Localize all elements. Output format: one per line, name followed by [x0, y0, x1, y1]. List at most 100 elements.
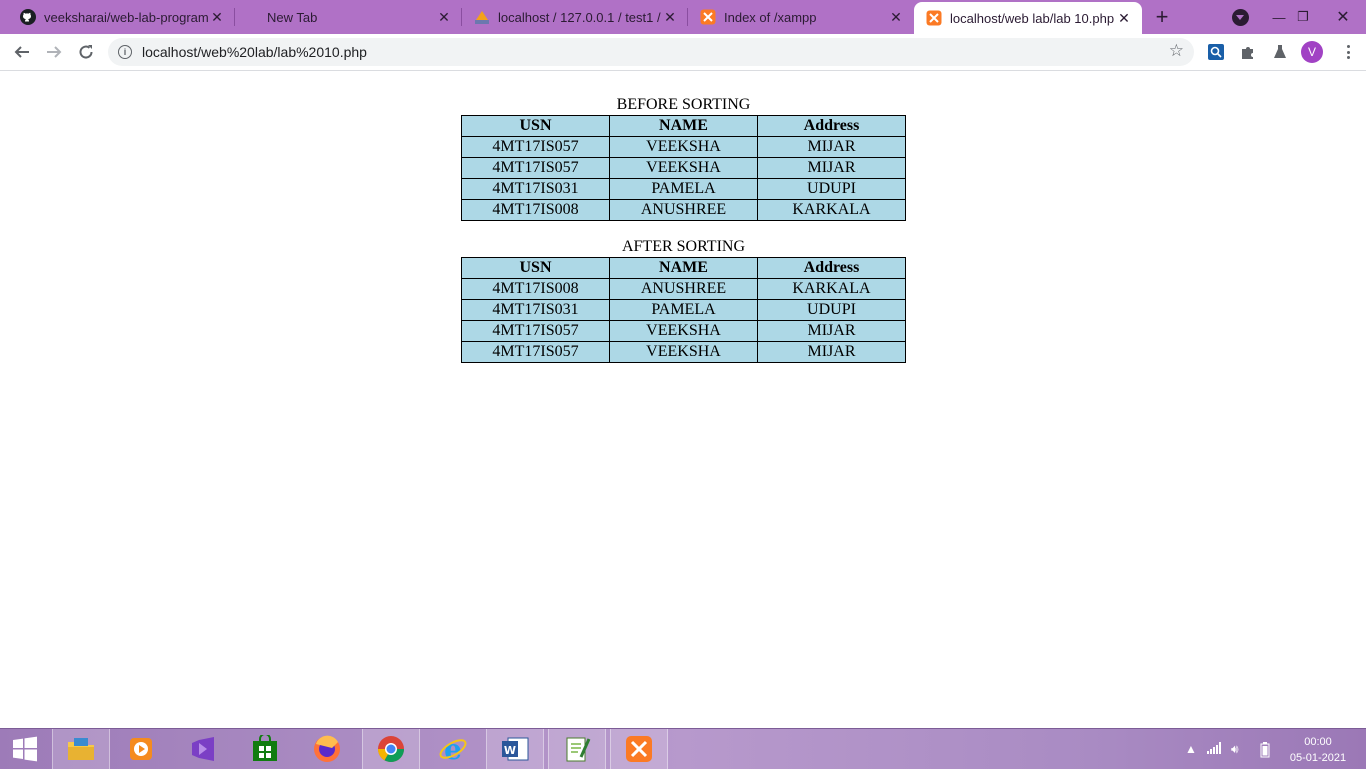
tab-title: New Tab [267, 9, 318, 25]
tab-phpmyadmin[interactable]: localhost / 127.0.0.1 / test1 / st ✕ [462, 0, 688, 34]
cell-name: PAMELA [609, 178, 758, 200]
tray-chevron-icon[interactable]: ▲ [1185, 742, 1197, 756]
cell-name: VEEKSHA [609, 341, 758, 363]
cell-address: MIJAR [757, 320, 906, 342]
forward-button[interactable] [40, 38, 68, 66]
cell-address: MIJAR [757, 136, 906, 158]
table-row: 4MT17IS057 VEEKSHA MIJAR [461, 341, 906, 363]
before-sorting-table: USN NAME Address 4MT17IS057 VEEKSHA MIJA… [461, 115, 906, 221]
store-icon[interactable] [236, 729, 294, 769]
column-header-name: NAME [609, 115, 758, 137]
cell-usn: 4MT17IS031 [461, 178, 610, 200]
tab-lab10-active[interactable]: localhost/web lab/lab 10.php ✕ [914, 2, 1142, 34]
firefox-icon[interactable] [298, 729, 356, 769]
svg-text:e: e [444, 734, 462, 764]
browser-menu-icon[interactable] [1340, 44, 1356, 60]
before-sorting-caption: BEFORE SORTING [616, 96, 751, 113]
xampp-icon[interactable] [610, 729, 668, 769]
reload-icon [79, 45, 93, 59]
cell-usn: 4MT17IS057 [461, 157, 610, 179]
labs-flask-icon[interactable] [1270, 42, 1290, 62]
url-text[interactable]: localhost/web%20lab/lab%2010.php [142, 44, 367, 60]
tab-new-tab[interactable]: New Tab ✕ [235, 0, 462, 34]
cell-name: VEEKSHA [609, 157, 758, 179]
table-row: 4MT17IS008 ANUSHREE KARKALA [461, 278, 906, 300]
close-icon[interactable]: ✕ [209, 9, 225, 25]
bookmark-star-icon[interactable]: ☆ [1169, 41, 1184, 61]
tab-title: localhost/web lab/lab 10.php [950, 10, 1115, 26]
tab-search-icon[interactable] [1232, 9, 1249, 26]
cell-name: VEEKSHA [609, 136, 758, 158]
forward-arrow-icon [47, 46, 62, 58]
cell-usn: 4MT17IS057 [461, 136, 610, 158]
svg-text:W: W [504, 744, 516, 757]
tab-strip: veeksharai/web-lab-programs ✕ New Tab ✕ … [0, 0, 1366, 34]
notepadpp-icon[interactable] [548, 729, 606, 769]
table-row: 4MT17IS057 VEEKSHA MIJAR [461, 320, 906, 342]
cell-address: KARKALA [757, 278, 906, 300]
internet-explorer-icon[interactable]: e [424, 729, 482, 769]
table-row: 4MT17IS031 PAMELA UDUPI [461, 299, 906, 321]
cell-name: PAMELA [609, 299, 758, 321]
volume-icon[interactable]: 🔊︎ [1231, 742, 1239, 757]
network-icon[interactable] [1207, 742, 1221, 757]
word-icon[interactable]: W [486, 729, 544, 769]
tab-xampp-index[interactable]: Index of /xampp ✕ [688, 0, 914, 34]
profile-avatar[interactable]: V [1301, 41, 1323, 63]
cell-address: MIJAR [757, 157, 906, 179]
cell-name: VEEKSHA [609, 320, 758, 342]
cell-name: ANUSHREE [609, 278, 758, 300]
close-icon[interactable]: ✕ [436, 9, 452, 25]
cell-address: UDUPI [757, 299, 906, 321]
tab-title: Index of /xampp [724, 9, 817, 25]
cell-address: KARKALA [757, 199, 906, 221]
cell-address: MIJAR [757, 341, 906, 363]
windows-start-icon[interactable] [0, 729, 50, 769]
close-icon[interactable]: ✕ [888, 9, 904, 25]
back-arrow-icon [14, 46, 29, 58]
visual-studio-icon[interactable] [174, 729, 232, 769]
browser-toolbar: i localhost/web%20lab/lab%2010.php ☆ [0, 34, 1366, 71]
column-header-address: Address [757, 115, 906, 137]
column-header-usn: USN [461, 115, 610, 137]
column-header-usn: USN [461, 257, 610, 279]
info-icon[interactable]: i [118, 45, 132, 59]
close-icon[interactable]: ✕ [1116, 10, 1132, 26]
cell-usn: 4MT17IS031 [461, 299, 610, 321]
phpmyadmin-icon [474, 9, 490, 25]
windows-taskbar: e W [0, 728, 1366, 769]
battery-icon[interactable] [1260, 742, 1270, 761]
cell-address: UDUPI [757, 178, 906, 200]
file-explorer-icon[interactable] [52, 729, 110, 769]
table-row: 4MT17IS008 ANUSHREE KARKALA [461, 199, 906, 221]
after-sorting-table: USN NAME Address 4MT17IS008 ANUSHREE KAR… [461, 257, 906, 363]
tab-title: localhost / 127.0.0.1 / test1 / st [498, 9, 662, 25]
extensions-puzzle-icon[interactable] [1238, 42, 1258, 62]
chrome-icon[interactable] [362, 729, 420, 769]
table-row: 4MT17IS057 VEEKSHA MIJAR [461, 157, 906, 179]
cell-usn: 4MT17IS057 [461, 341, 610, 363]
cell-name: ANUSHREE [609, 199, 758, 221]
reload-button[interactable] [72, 38, 100, 66]
system-clock[interactable]: 00:00 05-01-2021 [1288, 734, 1348, 766]
github-icon [20, 9, 36, 25]
media-player-icon[interactable] [112, 729, 170, 769]
table-row: 4MT17IS031 PAMELA UDUPI [461, 178, 906, 200]
column-header-name: NAME [609, 257, 758, 279]
tab-github[interactable]: veeksharai/web-lab-programs ✕ [0, 0, 235, 34]
tab-title: veeksharai/web-lab-programs [44, 9, 209, 25]
cell-usn: 4MT17IS008 [461, 199, 610, 221]
after-sorting-caption: AFTER SORTING [621, 238, 746, 255]
back-button[interactable] [8, 38, 36, 66]
close-icon[interactable]: ✕ [662, 9, 678, 25]
clock-time: 00:00 [1304, 736, 1332, 748]
address-bar[interactable]: i localhost/web%20lab/lab%2010.php ☆ [108, 38, 1194, 66]
table-header-row: USN NAME Address [461, 115, 906, 137]
table-row: 4MT17IS057 VEEKSHA MIJAR [461, 136, 906, 158]
clock-date: 05-01-2021 [1289, 752, 1347, 764]
close-window-button[interactable]: ✕ [1320, 0, 1366, 34]
new-tab-button[interactable]: + [1150, 4, 1174, 29]
extension-search-icon[interactable] [1206, 42, 1226, 62]
xampp-icon [926, 10, 942, 26]
table-header-row: USN NAME Address [461, 257, 906, 279]
